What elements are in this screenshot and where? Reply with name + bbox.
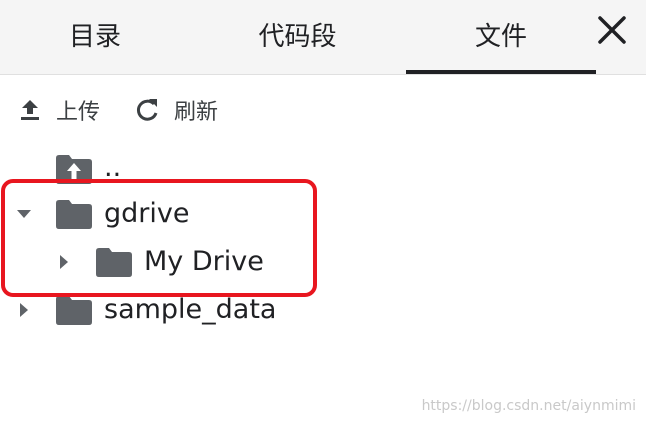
tab-code-snippets[interactable]: 代码段 [200, 0, 395, 74]
highlight-annotation [1, 179, 317, 297]
tab-files[interactable]: 文件 [406, 0, 596, 74]
upload-label: 上传 [56, 100, 101, 125]
folder-icon [56, 296, 92, 325]
caret-right-icon[interactable] [16, 302, 32, 318]
upload-icon [21, 100, 39, 120]
refresh-label: 刷新 [174, 100, 219, 125]
tab-contents[interactable]: 目录 [0, 0, 190, 74]
upload-button[interactable]: 上传 [16, 92, 100, 128]
close-button[interactable] [592, 10, 632, 50]
close-icon [598, 16, 626, 44]
refresh-button[interactable]: 刷新 [134, 92, 218, 128]
refresh-icon [136, 99, 158, 121]
active-tab-indicator [406, 70, 596, 74]
watermark: https://blog.csdn.net/aiynmimi [421, 398, 636, 414]
tab-bar: 目录 代码段 文件 [0, 0, 646, 75]
